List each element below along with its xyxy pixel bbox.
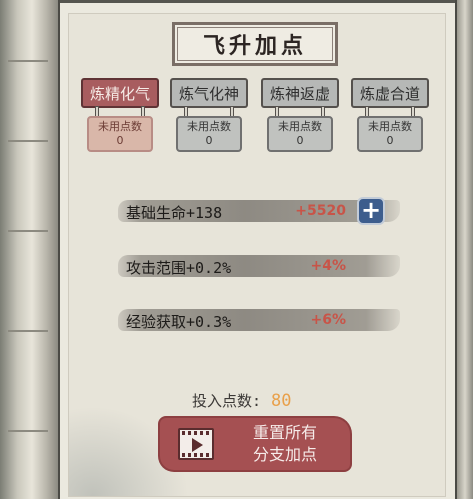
video-play-icon [178, 428, 214, 460]
unused-points-card: 未用点数 0 [176, 116, 242, 152]
invested-points-value: 80 [271, 391, 292, 411]
stat-bonus: +4% [310, 258, 347, 274]
realm-tab-1[interactable]: 炼精化气 未用点数 0 [81, 78, 159, 152]
unused-points-value: 0 [116, 134, 124, 147]
stat-row-range: 攻击范围+0.2% +4% [118, 251, 400, 281]
page-title-box: 飞升加点 [172, 22, 338, 66]
plus-icon: + [360, 196, 382, 224]
stat-label: 经验获取+0.3% [126, 313, 232, 331]
stat-label: 基础生命+138 [126, 204, 223, 222]
stat-bonus: +6% [310, 312, 347, 328]
unused-points-label: 未用点数 [187, 120, 231, 133]
realm-tab-label[interactable]: 炼气化神 [170, 78, 248, 108]
page-title: 飞升加点 [202, 33, 307, 59]
unused-points-label: 未用点数 [368, 120, 412, 133]
reset-button-line2: 分支加点 [252, 445, 317, 464]
invested-points-label: 投入点数: [192, 392, 262, 410]
reset-all-branches-button[interactable]: 重置所有 分支加点 [160, 418, 350, 470]
unused-points-value: 0 [386, 134, 394, 147]
stat-row-exp: 经验获取+0.3% +6% [118, 305, 400, 335]
add-point-button[interactable]: + [357, 197, 385, 225]
unused-points-value: 0 [296, 134, 304, 147]
stat-bonus: +5520 [295, 203, 346, 219]
invested-points: 投入点数: 80 [192, 390, 292, 411]
scroll-roller-right [455, 0, 473, 499]
stat-label: 攻击范围+0.2% [126, 259, 232, 277]
realm-tab-4[interactable]: 炼虚合道 未用点数 0 [351, 78, 429, 152]
realm-tab-label[interactable]: 炼虚合道 [351, 78, 429, 108]
unused-points-value: 0 [205, 134, 213, 147]
stat-row-life: 基础生命+138 +5520 + [118, 196, 400, 226]
realm-tab-2[interactable]: 炼气化神 未用点数 0 [170, 78, 248, 152]
realm-tab-label[interactable]: 炼神返虚 [261, 78, 339, 108]
unused-points-card: 未用点数 0 [357, 116, 423, 152]
scroll-roller-left [0, 0, 60, 499]
unused-points-label: 未用点数 [278, 120, 322, 133]
realm-tab-label[interactable]: 炼精化气 [81, 78, 159, 108]
unused-points-card: 未用点数 0 [267, 116, 333, 152]
unused-points-label: 未用点数 [98, 120, 142, 133]
realm-tab-3[interactable]: 炼神返虚 未用点数 0 [261, 78, 339, 152]
reset-button-text: 重置所有 分支加点 [230, 422, 340, 466]
unused-points-card: 未用点数 0 [87, 116, 153, 152]
reset-button-line1: 重置所有 [252, 423, 317, 442]
